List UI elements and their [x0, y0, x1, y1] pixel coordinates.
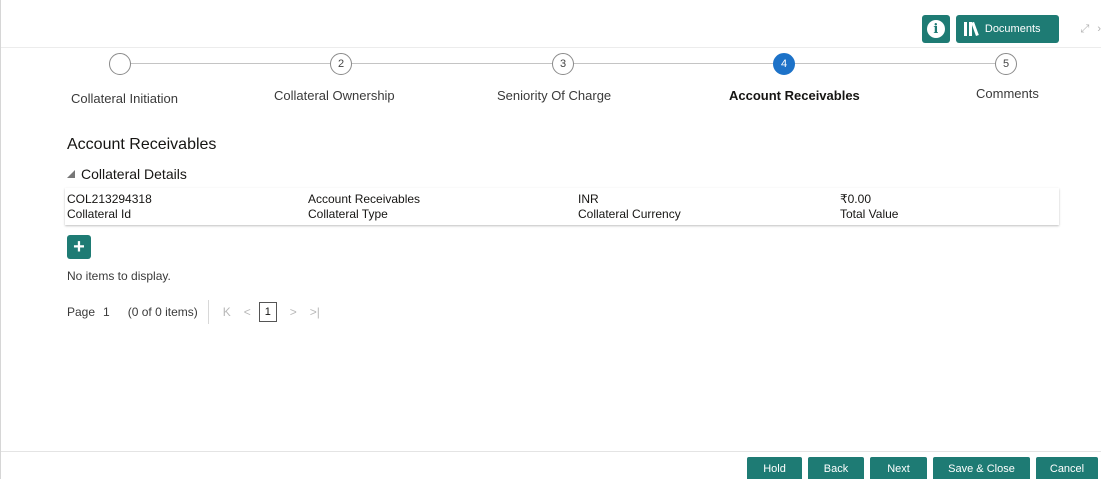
footer-actions: Hold Back Next Save & Close Cancel	[747, 457, 1098, 479]
step-label: Collateral Ownership	[274, 88, 395, 103]
documents-label: Documents	[984, 23, 1041, 35]
next-page-icon[interactable]: >	[290, 305, 297, 319]
detail-collateral-id: COL213294318 Collateral Id	[67, 192, 152, 222]
detail-value: INR	[578, 192, 599, 206]
step-label: Account Receivables	[729, 88, 860, 103]
documents-icon	[963, 21, 979, 36]
info-button[interactable]: i	[921, 15, 950, 43]
info-icon: i	[926, 20, 945, 38]
step-node[interactable]: 3	[552, 53, 574, 75]
footer-divider	[1, 451, 1101, 452]
pagination: Page 1 (0 of 0 items) K < 1 > >|	[67, 300, 320, 324]
collateral-details-toggle[interactable]: Collateral Details	[67, 166, 187, 182]
expand-icon[interactable]: ⤢	[1081, 23, 1090, 36]
detail-collateral-currency: INR Collateral Currency	[578, 192, 681, 222]
detail-label: Collateral Currency	[578, 207, 681, 221]
next-button[interactable]: Next	[870, 457, 927, 479]
detail-total-value: ₹0.00 Total Value	[840, 192, 898, 222]
hold-button[interactable]: Hold	[747, 457, 802, 479]
collapse-triangle-icon	[67, 170, 75, 178]
save-close-button[interactable]: Save & Close	[933, 457, 1030, 479]
cancel-button[interactable]: Cancel	[1036, 457, 1098, 479]
prev-page-icon[interactable]: <	[244, 305, 251, 319]
top-toolbar: i Documents ⤢ ›	[921, 15, 1101, 43]
detail-label: Total Value	[840, 207, 899, 221]
collapse-icon[interactable]: ›	[1097, 23, 1101, 36]
first-page-icon[interactable]: K	[223, 305, 231, 319]
step-node[interactable]: 4	[773, 53, 795, 75]
section-title: Account Receivables	[67, 136, 217, 153]
detail-label: Collateral Type	[308, 207, 388, 221]
add-row-button[interactable]: +	[67, 235, 91, 259]
page-number: 1	[103, 305, 110, 319]
detail-value: ₹0.00	[840, 192, 871, 206]
page: i Documents ⤢ › Collateral Initiation 2 …	[0, 0, 1101, 479]
item-count: (0 of 0 items)	[128, 300, 209, 324]
detail-collateral-type: Account Receivables Collateral Type	[308, 192, 420, 222]
top-divider	[1, 47, 1101, 48]
detail-value: COL213294318	[67, 192, 152, 206]
panel-title: Collateral Details	[81, 166, 187, 182]
collateral-details-card: COL213294318 Collateral Id Account Recei…	[65, 188, 1059, 225]
step-node[interactable]	[109, 53, 131, 75]
step-node[interactable]: 2	[330, 53, 352, 75]
detail-label: Collateral Id	[67, 207, 132, 221]
page-label: Page	[67, 305, 96, 319]
last-page-icon[interactable]: >|	[310, 305, 320, 319]
back-button[interactable]: Back	[808, 457, 864, 479]
empty-table-message: No items to display.	[67, 269, 171, 283]
train-stop-stepper: Collateral Initiation 2 Collateral Owner…	[1, 53, 1101, 106]
step-node[interactable]: 5	[995, 53, 1017, 75]
step-label: Comments	[976, 86, 1039, 101]
detail-value: Account Receivables	[308, 192, 421, 206]
current-page-button[interactable]: 1	[258, 302, 277, 322]
plus-icon: +	[73, 236, 85, 258]
documents-button[interactable]: Documents	[955, 15, 1059, 43]
window-controls: ⤢ ›	[1081, 23, 1101, 36]
step-label: Seniority Of Charge	[497, 88, 612, 103]
step-label: Collateral Initiation	[71, 91, 178, 106]
